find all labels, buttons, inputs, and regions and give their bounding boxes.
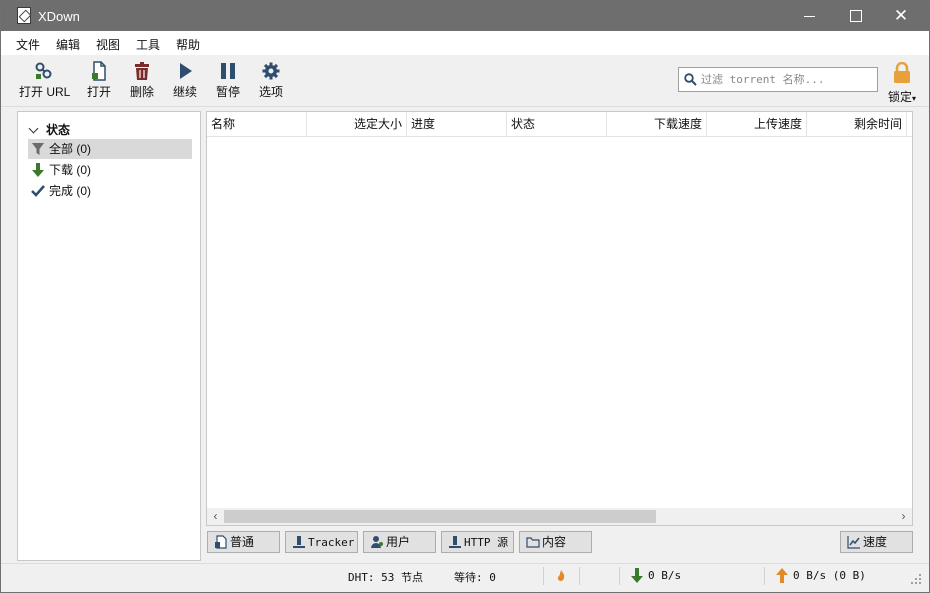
tab-tracker[interactable]: Tracker <box>285 531 358 553</box>
tab-http-sources[interactable]: HTTP 源 <box>441 531 514 553</box>
resume-label: 继续 <box>172 85 197 99</box>
menu-help[interactable]: 帮助 <box>176 36 200 53</box>
download-speed-icon <box>631 568 643 583</box>
status-divider <box>579 567 580 585</box>
resume-button[interactable]: 继续 <box>171 61 199 105</box>
app-window: XDown ✕ 文件 编辑 视图 工具 帮助 打开 URL 打开 删除 继续 暂… <box>0 0 930 593</box>
status-divider <box>619 567 620 585</box>
sidebar-item-label: 下载 (0) <box>49 163 92 177</box>
search-icon <box>684 73 697 86</box>
horizontal-scrollbar[interactable]: ‹ › <box>207 508 912 525</box>
dht-status: DHT: 53 节点 <box>348 571 423 584</box>
server-icon <box>449 536 461 548</box>
gear-icon <box>262 62 280 80</box>
maximize-button[interactable] <box>832 1 878 31</box>
tab-general[interactable]: 普通 <box>207 531 280 553</box>
title-bar[interactable]: XDown ✕ <box>1 1 929 31</box>
app-logo-icon <box>17 7 31 24</box>
table-header: 名称 选定大小 进度 状态 下载速度 上传速度 剩余时间 <box>207 112 912 137</box>
sidebar-header[interactable]: 状态 <box>28 121 70 138</box>
open-url-button[interactable]: 打开 URL <box>19 61 71 105</box>
trash-icon <box>135 62 149 80</box>
users-icon <box>371 536 383 548</box>
document-icon <box>215 535 227 549</box>
status-sidebar: 状态 全部 (0) 下载 (0) 完成 (0) <box>17 111 201 561</box>
filter-search-box[interactable] <box>678 67 878 92</box>
sidebar-item-completed[interactable]: 完成 (0) <box>28 181 192 201</box>
tracker-icon <box>293 536 305 548</box>
options-button[interactable]: 选项 <box>257 61 285 105</box>
scroll-left-icon[interactable]: ‹ <box>207 508 224 525</box>
pause-icon <box>221 63 235 79</box>
lock-button[interactable]: 锁定▾ <box>885 61 919 105</box>
status-divider <box>543 567 544 585</box>
speed-button[interactable]: 速度 <box>840 531 913 553</box>
menu-edit[interactable]: 编辑 <box>56 36 80 53</box>
link-icon <box>35 62 52 79</box>
minimize-button[interactable] <box>786 1 832 31</box>
column-name[interactable]: 名称 <box>207 112 307 136</box>
folder-icon <box>526 537 540 548</box>
chevron-down-icon <box>28 123 39 134</box>
upload-speed-icon <box>776 568 788 583</box>
sidebar-item-all[interactable]: 全部 (0) <box>28 139 192 159</box>
flame-icon[interactable] <box>555 569 567 582</box>
waiting-status: 等待: 0 <box>454 571 496 584</box>
download-arrow-icon <box>32 163 44 177</box>
lock-icon <box>894 61 910 83</box>
options-label: 选项 <box>258 85 283 99</box>
scroll-right-icon[interactable]: › <box>895 508 912 525</box>
column-upload-speed[interactable]: 上传速度 <box>707 112 807 136</box>
sidebar-item-label: 全部 (0) <box>49 142 92 156</box>
status-divider <box>764 567 765 585</box>
play-icon <box>180 63 192 79</box>
filter-icon <box>32 143 44 155</box>
close-button[interactable]: ✕ <box>878 1 924 31</box>
column-eta[interactable]: 剩余时间 <box>807 112 907 136</box>
column-download-speed[interactable]: 下载速度 <box>607 112 707 136</box>
window-title: XDown <box>38 9 80 24</box>
toolbar: 打开 URL 打开 删除 继续 暂停 选项 过滤 torrent 名称... 锁… <box>1 55 929 107</box>
status-bar: DHT: 53 节点 等待: 0 0 B/s 0 B/s (0 B) <box>1 563 929 587</box>
upload-speed-value: 0 B/s (0 B) <box>793 569 866 582</box>
checkmark-icon <box>31 185 45 197</box>
open-file-icon <box>92 61 106 81</box>
delete-button[interactable]: 删除 <box>128 61 156 105</box>
tab-peers[interactable]: 用户 <box>363 531 436 553</box>
pause-button[interactable]: 暂停 <box>214 61 242 105</box>
open-url-label: 打开 URL <box>19 85 71 99</box>
menu-tools[interactable]: 工具 <box>136 36 160 53</box>
menu-view[interactable]: 视图 <box>96 36 120 53</box>
download-speed-value: 0 B/s <box>648 569 682 582</box>
torrent-table: 名称 选定大小 进度 状态 下载速度 上传速度 剩余时间 ‹ › <box>206 111 913 526</box>
sidebar-item-label: 完成 (0) <box>49 184 92 198</box>
delete-label: 删除 <box>129 85 154 99</box>
menu-file[interactable]: 文件 <box>16 36 40 53</box>
tab-content[interactable]: 内容 <box>519 531 592 553</box>
open-button[interactable]: 打开 <box>85 61 113 105</box>
lock-label: 锁定▾ <box>887 90 917 104</box>
chart-icon <box>847 536 860 549</box>
filter-search-input[interactable] <box>701 71 873 88</box>
resize-grip-icon[interactable] <box>911 574 921 584</box>
pause-label: 暂停 <box>215 85 240 99</box>
sidebar-item-downloading[interactable]: 下载 (0) <box>28 160 192 180</box>
column-selected-size[interactable]: 选定大小 <box>307 112 407 136</box>
column-progress[interactable]: 进度 <box>407 112 507 136</box>
scrollbar-thumb[interactable] <box>224 510 656 523</box>
column-status[interactable]: 状态 <box>507 112 607 136</box>
menu-bar: 文件 编辑 视图 工具 帮助 <box>1 31 929 55</box>
open-label: 打开 <box>86 85 111 99</box>
chevron-down-icon: ▾ <box>912 94 917 103</box>
